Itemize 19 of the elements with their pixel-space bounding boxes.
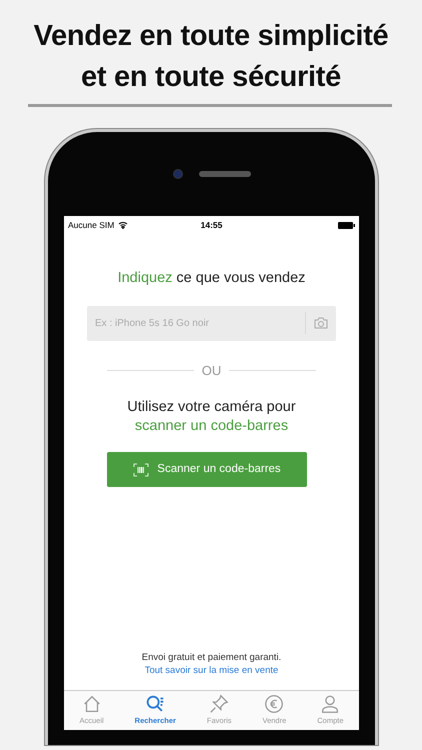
separator-text: OU: [202, 362, 222, 380]
wifi-icon: [118, 221, 128, 229]
battery-icon: [338, 222, 355, 228]
info-link[interactable]: Tout savoir sur la mise en vente: [64, 664, 359, 677]
headline: et en toute sécurité: [80, 60, 342, 95]
euro-icon: [263, 693, 286, 715]
footer-text: Envoi gratuit et paiement garanti.: [140, 651, 282, 664]
barcode-icon: [133, 462, 150, 477]
carrier-label: Aucune SIM: [68, 218, 114, 232]
headline: Vendez en toute simplicité: [32, 19, 390, 54]
scan-link[interactable]: scanner un code-barres: [64, 417, 359, 436]
scan-button[interactable]: Scanner un code-barres: [107, 452, 307, 488]
clock: 14:55: [200, 218, 224, 232]
camera-instruction: Utilisez votre caméra pour: [126, 398, 297, 418]
camera-lens-icon: [172, 169, 182, 179]
camera-icon[interactable]: [314, 317, 328, 330]
prompt-text: Indiquez ce que vous vendez: [116, 269, 306, 288]
pin-icon: [208, 693, 230, 715]
speaker-grille: [198, 171, 250, 177]
